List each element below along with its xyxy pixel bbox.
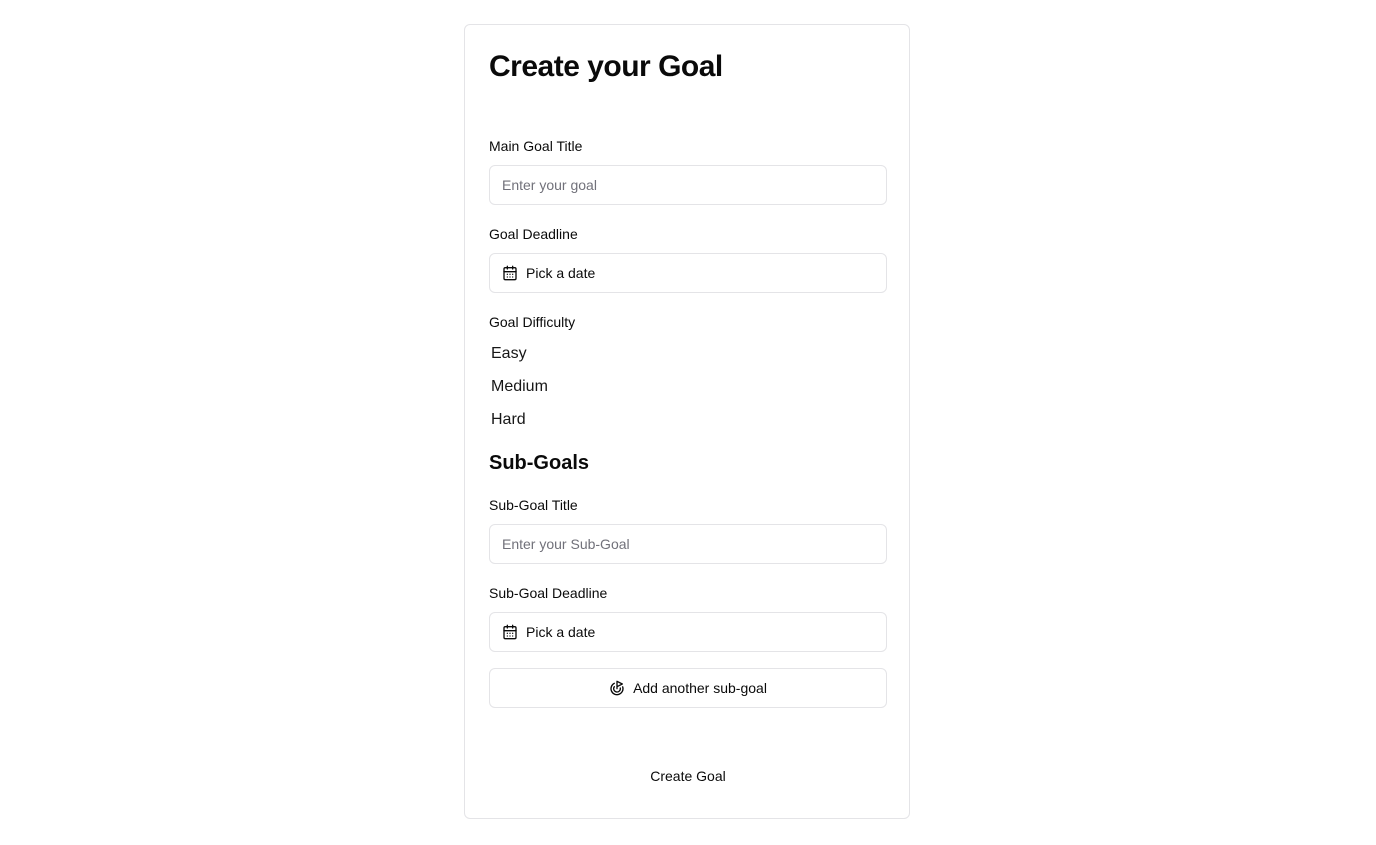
sub-goal-deadline-button-text: Pick a date	[526, 624, 596, 640]
page-title: Create your Goal	[489, 50, 723, 83]
goal-deadline-date-picker[interactable]: Pick a date	[489, 253, 887, 293]
main-goal-title-label: Main Goal Title	[489, 138, 583, 154]
add-sub-goal-button-text: Add another sub-goal	[633, 680, 767, 696]
sub-goals-heading: Sub-Goals	[489, 452, 590, 474]
create-goal-button[interactable]: Create Goal	[489, 756, 887, 796]
difficulty-option-hard[interactable]: Hard	[491, 410, 526, 430]
sub-goal-title-label: Sub-Goal Title	[489, 497, 578, 513]
create-goal-card: Create your Goal Main Goal Title Goal De…	[464, 24, 910, 819]
calendar-icon	[502, 265, 518, 281]
difficulty-option-medium[interactable]: Medium	[491, 377, 548, 397]
goal-deadline-button-text: Pick a date	[526, 265, 596, 281]
difficulty-option-easy[interactable]: Easy	[491, 344, 527, 364]
goal-target-icon	[609, 680, 625, 696]
goal-difficulty-label: Goal Difficulty	[489, 314, 576, 330]
goal-deadline-label: Goal Deadline	[489, 226, 578, 242]
sub-goal-deadline-date-picker[interactable]: Pick a date	[489, 612, 887, 652]
main-goal-title-input[interactable]	[489, 165, 887, 205]
sub-goal-title-input[interactable]	[489, 524, 887, 564]
add-sub-goal-button[interactable]: Add another sub-goal	[489, 668, 887, 708]
calendar-icon	[502, 624, 518, 640]
sub-goal-deadline-label: Sub-Goal Deadline	[489, 585, 608, 601]
